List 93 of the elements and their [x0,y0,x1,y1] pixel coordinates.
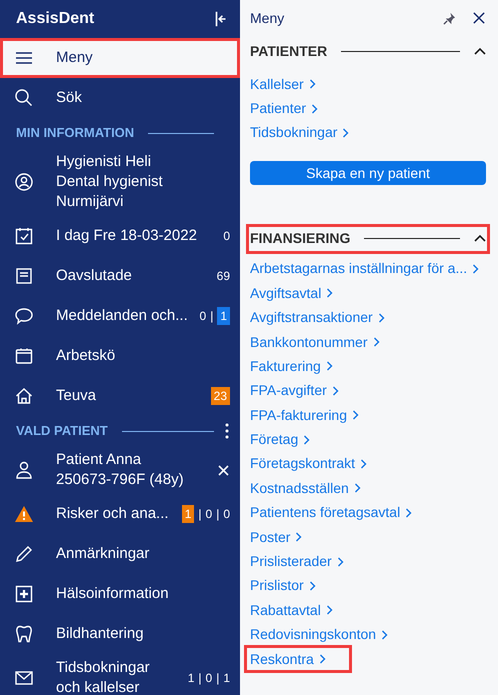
chevron-right-icon [308,580,316,591]
menu-link[interactable]: Prislisterader [246,549,348,574]
menu-link[interactable]: FPA-fakturering [246,403,363,428]
tooth-icon [14,624,34,644]
menu-link[interactable]: Patientens företagsavtal [246,500,416,525]
chevron-right-icon [336,556,344,567]
chevron-right-icon [472,264,480,274]
menu-link[interactable]: Patienter [246,96,322,121]
close-icon[interactable] [472,11,486,25]
menu-link[interactable]: Prislistor [246,574,320,598]
nav-item[interactable]: Hygienisti Heli Dental hygienist Nurmijärvi [0,148,240,216]
pencil-icon [14,544,34,564]
menu-link[interactable]: Reskontra [246,646,350,672]
menu-link[interactable]: Tidsbokningar [246,120,354,146]
section-heading: MIN INFORMATION [16,124,134,142]
chevron-right-icon [360,458,368,469]
menu-link[interactable]: Kallelser [246,72,320,96]
brand-logo: AssisDent [16,8,94,28]
chevron-right-icon [405,508,412,518]
count-label: 0 [200,308,206,325]
nav-item[interactable]: Anmärkningar [0,534,240,574]
chevron-right-icon [303,434,310,445]
menu-link[interactable]: Kostnadsställen [246,476,365,501]
count-badge: 1 [217,307,230,325]
menu-link[interactable]: Företag [246,427,314,452]
separator: | [210,308,214,325]
document-icon [14,266,34,286]
nav-item[interactable]: Meny [0,38,240,78]
nav-item[interactable]: Arbetskö [0,336,240,376]
count-label: 69 [216,268,230,285]
count-label: 0 [223,228,230,245]
separator: | [198,670,202,687]
menu-link[interactable]: Arbetstagarnas inställningar för a... [246,256,484,282]
nav-item[interactable]: Hälsoinformation [0,574,240,614]
chevron-right-icon [342,128,350,138]
section-heading: VALD PATIENT [16,422,108,440]
warning-icon [14,504,34,524]
chevron-right-icon [295,532,302,542]
chevron-right-icon [311,104,318,114]
separator: | [216,506,220,523]
menu-link[interactable]: Avgiftsavtal [246,281,338,306]
section-header[interactable]: FINANSIERING [246,224,490,254]
pin-icon[interactable] [443,12,456,24]
chevron-right-icon [332,386,339,396]
chevron-right-icon [326,361,333,372]
section-header[interactable]: PATIENTER [246,36,490,66]
clipboard-icon [14,346,34,366]
person-circle-icon [14,172,34,192]
chevron-right-icon [326,288,334,298]
count-badge: 23 [210,387,230,405]
menu-link[interactable]: Avgiftstransaktioner [246,305,389,330]
speech-bubble-icon [14,306,34,326]
menu-link[interactable]: Rabattavtal [246,598,337,623]
chevron-right-icon [352,410,359,420]
home-icon [14,386,34,406]
separator: | [216,670,220,687]
nav-item[interactable]: Oavslutade 69 [0,256,240,296]
chevron-right-icon [326,605,333,616]
menu-link[interactable]: Företagskontrakt [246,452,372,476]
chevron-right-icon [372,337,380,348]
nav-item[interactable]: Teuva 23 [0,376,240,416]
more-icon[interactable] [224,422,230,440]
nav-item[interactable]: Meddelanden och... 0 | 1 [0,296,240,336]
nav-item[interactable]: Bildhantering [0,614,240,654]
menu-link[interactable]: Redovisningskonton [246,622,392,647]
chevron-right-icon [381,630,388,640]
collapse-icon[interactable] [214,10,228,28]
search-icon [14,88,34,108]
menu-link[interactable]: FPA-avgifter [246,378,343,404]
count-label: 0 [206,506,212,523]
count-badge: 1 [182,505,194,523]
menu-link[interactable]: Poster [246,524,306,550]
count-label: 1 [188,670,194,687]
person-icon [14,460,34,480]
panel-title: Meny [250,8,286,28]
calendar-check-icon [14,226,34,246]
chevron-right-icon [308,79,316,90]
nav-item[interactable]: I dag Fre 18-03-2022 0 [0,216,240,256]
menu-link[interactable]: Fakturering [246,354,337,379]
count-label: 1 [223,670,230,687]
nav-item[interactable]: Risker och ana... 1 | 0 | 0 [0,494,240,534]
menu-link[interactable]: Bankkontonummer [246,330,384,354]
count-label: 0 [223,506,230,523]
create-patient-button[interactable]: Skapa en ny patient [250,161,486,186]
plus-square-icon [14,584,34,604]
nav-item[interactable]: Patient Anna 250673-796F (48y) [0,446,240,494]
nav-item[interactable]: Tidsbokningar och kallelser 1 | 0 | 1 [0,654,240,695]
separator: | [198,506,202,523]
nav-item[interactable]: Sök [0,78,240,118]
chevron-right-icon [378,312,385,323]
count-label: 0 [206,670,212,687]
chevron-right-icon [354,483,361,494]
chevron-right-icon [318,654,326,664]
